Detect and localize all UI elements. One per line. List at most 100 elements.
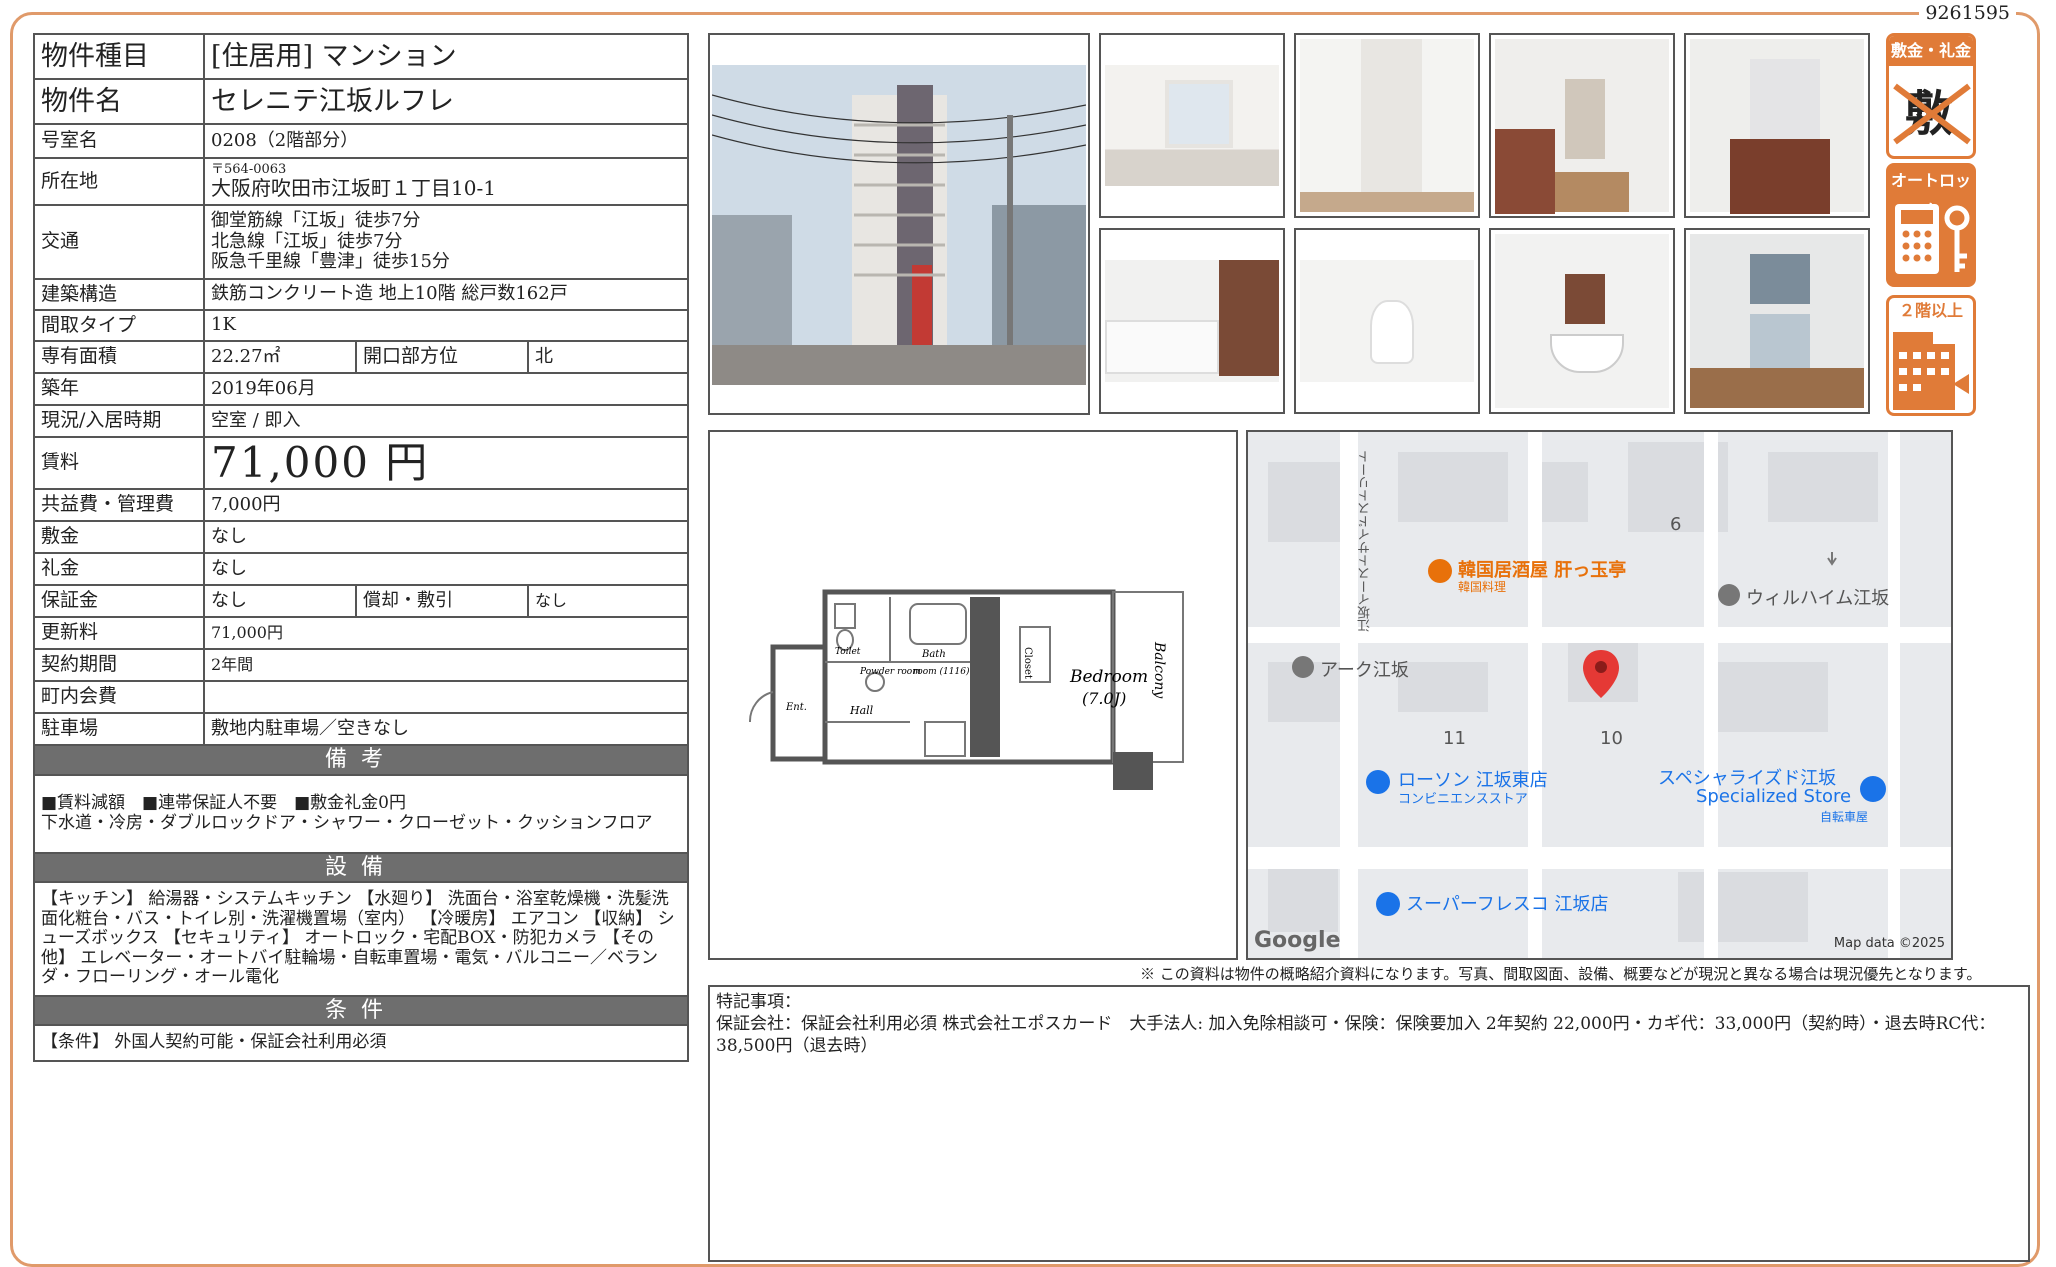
amortization-label: 償却・敷引 bbox=[355, 584, 529, 619]
amortization-value: なし bbox=[526, 584, 690, 619]
traffic-cell: 御堂筋線「江坂」徒歩7分 北急線「江坂」徒歩7分 阪急千里線「豊津」徒歩15分 bbox=[202, 204, 690, 280]
map-street-label: 江坂イーストサイドストリート bbox=[1358, 450, 1373, 632]
poi-fresco-label[interactable]: スーパーフレスコ 江坂店 bbox=[1406, 890, 1608, 916]
traffic-line: 御堂筋線「江坂」徒歩7分 bbox=[211, 209, 421, 231]
bath-label: Bath bbox=[921, 649, 946, 660]
google-logo: Google bbox=[1254, 928, 1341, 953]
toilet-label: Toilet bbox=[835, 647, 861, 657]
restaurant-icon[interactable] bbox=[1428, 559, 1452, 583]
special-remarks-box: 特記事項： 保証会社：保証会社利用必須 株式会社エポスカード 大手法人: 加入免… bbox=[708, 985, 2030, 1262]
map-block-11: 11 bbox=[1443, 728, 1466, 749]
grocery-cart-icon[interactable] bbox=[1376, 892, 1400, 916]
property-spec-table: 物件種目 [住居用] マンション 物件名 セレニテ江坂ルフレ 号室名 0208（2階部… bbox=[32, 33, 690, 1063]
keymoney-label: 礼金 bbox=[33, 552, 205, 587]
kitchen-photo-image bbox=[1690, 39, 1864, 214]
place-icon[interactable] bbox=[1292, 656, 1314, 678]
map-block-6: 6 bbox=[1670, 514, 1682, 535]
second-floor-badge-title: ２階以上 bbox=[1898, 301, 1963, 320]
property-name: セレニテ江坂ルフレ bbox=[202, 78, 690, 125]
disclaimer-note: ※ この資料は物件の概略紹介資料になります。写真、間取図面、設備、概要などが現況… bbox=[1140, 965, 1982, 983]
autolock-badge: オートロック bbox=[1886, 163, 1976, 287]
room-photo-image bbox=[1105, 65, 1279, 186]
status-label: 現況/入居時期 bbox=[33, 404, 205, 438]
hall-label: Hall bbox=[849, 704, 874, 717]
parking-label: 駐車場 bbox=[33, 712, 205, 747]
name-label: 物件名 bbox=[33, 78, 205, 125]
notes-line: ■賃料減額 ■連帯保証人不要 ■敷金礼金0円 bbox=[41, 793, 407, 814]
autolock-keypad-icon bbox=[1895, 204, 1970, 274]
remarks-title: 特記事項： bbox=[716, 992, 801, 1012]
shopping-bag-icon[interactable] bbox=[1860, 776, 1886, 802]
status-value: 空室 / 即入 bbox=[202, 404, 690, 438]
washbasin-photo-image bbox=[1495, 234, 1669, 408]
building-exterior-photo bbox=[708, 33, 1090, 415]
powder-room-label: Powder room bbox=[859, 667, 921, 677]
equipment-header: 設備 bbox=[32, 851, 690, 883]
zero-deposit-badge-title: 敷金・礼金ゼロ bbox=[1889, 36, 1973, 90]
washbasin-photo bbox=[1489, 228, 1675, 414]
parking-value: 敷地内駐車場／空きなし bbox=[202, 712, 690, 747]
balcony-photo-image bbox=[1690, 234, 1864, 408]
poi-wilheim-label[interactable]: ウィルハイム江坂 bbox=[1746, 584, 1889, 610]
hallway-photo bbox=[1489, 33, 1675, 218]
association-fee-label: 町内会費 bbox=[33, 680, 205, 715]
closet-label: Closet bbox=[1022, 647, 1033, 679]
poi-lawson-category: コンビニエンスストア bbox=[1398, 792, 1528, 807]
bedroom-label: Bedroom bbox=[1069, 667, 1148, 687]
entrance-label: Ent. bbox=[785, 702, 807, 713]
bedroom-size-label: (7.0J) bbox=[1082, 689, 1126, 708]
term-label: 契約期間 bbox=[33, 648, 205, 683]
location-map[interactable]: 江坂イーストサイドストリート 6 10 11 韓国居酒屋 肝っ玉亭 韓国料理 ウ… bbox=[1246, 430, 1953, 960]
direction-label: 開口部方位 bbox=[355, 340, 529, 374]
room-value: 0208（2階部分） bbox=[202, 123, 690, 159]
closet-photo bbox=[1294, 33, 1480, 218]
notes-line: 下水道・冷房・ダブルロックドア・シャワー・クローゼット・クッションフロア bbox=[41, 812, 653, 833]
place-icon[interactable] bbox=[1718, 584, 1740, 606]
bathroom-photo-image bbox=[1105, 260, 1279, 382]
remarks-body: 保証会社：保証会社利用必須 株式会社エポスカード 大手法人: 加入免除相談可・保… bbox=[716, 1014, 1996, 1057]
map-data-credit: Map data ©2025 bbox=[1833, 936, 1945, 951]
notes-body: ■賃料減額 ■連帯保証人不要 ■敷金礼金0円 下水道・冷房・ダブルロックドア・シャ… bbox=[32, 773, 690, 854]
term-value: 2年間 bbox=[202, 648, 690, 683]
layout-label: 間取タイプ bbox=[33, 309, 205, 342]
notes-header: 備考 bbox=[32, 744, 690, 776]
bathroom-photo bbox=[1099, 228, 1285, 414]
guarantee-value: なし bbox=[203, 584, 357, 619]
traffic-label: 交通 bbox=[33, 204, 205, 280]
area-value: 22.27㎡ bbox=[203, 340, 357, 374]
property-location-pin-icon[interactable] bbox=[1581, 648, 1621, 700]
zero-deposit-badge: 敷金・礼金ゼロ 敷礼 bbox=[1886, 33, 1976, 159]
balcony-label: Balcony bbox=[1151, 641, 1167, 699]
second-floor-badge: ２階以上 bbox=[1886, 295, 1976, 416]
association-fee-value bbox=[202, 680, 690, 715]
kitchen-photo bbox=[1684, 33, 1870, 218]
poi-ark-label[interactable]: アーク江坂 bbox=[1320, 656, 1409, 682]
building-arrow-icon bbox=[1893, 332, 1969, 410]
deposit-label: 敷金 bbox=[33, 520, 205, 555]
poi-izakaya-category: 韓国料理 bbox=[1458, 580, 1507, 594]
closet-photo-image bbox=[1300, 39, 1474, 212]
cross-out-icon bbox=[1893, 83, 1971, 145]
guarantee-label: 保証金 bbox=[33, 584, 205, 619]
convenience-store-icon[interactable] bbox=[1366, 770, 1390, 794]
keymoney-value: なし bbox=[202, 552, 690, 587]
built-value: 2019年06月 bbox=[202, 372, 690, 406]
traffic-line: 北急線「江坂」徒歩7分 bbox=[211, 230, 403, 252]
direction-value: 北 bbox=[526, 340, 690, 374]
toilet-photo bbox=[1294, 228, 1480, 414]
structure-label: 建築構造 bbox=[33, 278, 205, 311]
balcony-photo bbox=[1684, 228, 1870, 414]
deposit-value: なし bbox=[202, 520, 690, 555]
address-label: 所在地 bbox=[33, 157, 205, 206]
toilet-photo-image bbox=[1300, 260, 1474, 382]
type-value: [住居用] マンション bbox=[202, 33, 690, 80]
map-block-10: 10 bbox=[1600, 728, 1623, 749]
equipment-body: 【キッチン】 給湯器・システムキッチン 【水廻り】 洗面台・浴室乾燥機・洗髪洗面… bbox=[32, 880, 690, 997]
address-value: 大阪府吹田市江坂町１丁目10-1 bbox=[211, 176, 496, 201]
autolock-badge-title: オートロック bbox=[1889, 166, 1973, 220]
layout-value: 1K bbox=[202, 309, 690, 342]
floor-plan-drawing: Bedroom (7.0J) Balcony Closet Bath room … bbox=[748, 589, 1184, 790]
structure-value: 鉄筋コンクリート造 地上10階 総戸数162戸 bbox=[202, 278, 690, 311]
conditions-header: 条件 bbox=[32, 994, 690, 1027]
type-label: 物件種目 bbox=[33, 33, 205, 80]
